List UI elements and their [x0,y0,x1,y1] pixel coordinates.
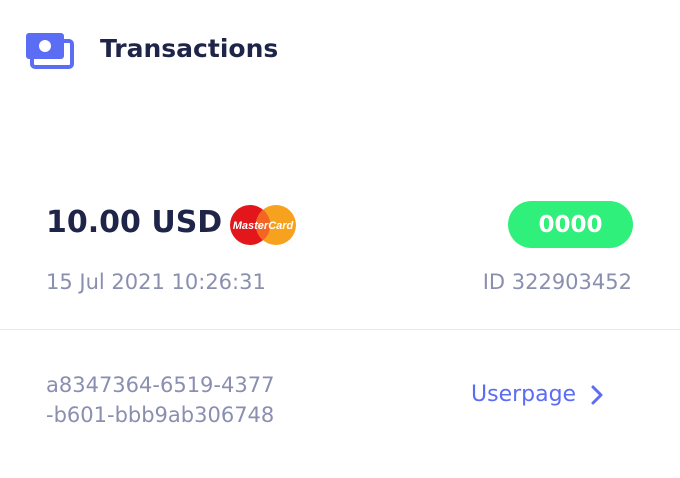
userpage-label: Userpage [471,382,577,407]
mastercard-logo: MasterCard [230,205,296,245]
chevron-right-icon [591,385,603,404]
card-brand-text: MasterCard [233,220,294,232]
cash-icon [26,33,74,69]
transaction-datetime: 15 Jul 2021 10:26:31 [46,270,266,294]
user-uuid: a8347364-6519-4377 -b601-bbb9ab306748 [46,370,274,430]
userpage-link[interactable]: Userpage [471,382,604,407]
divider [0,329,680,330]
status-badge: 0000 [508,201,633,248]
page-header: Transactions [26,28,278,72]
transaction-id: ID 322903452 [482,270,632,294]
transaction-amount: 10.00 USD [46,205,223,240]
page-title: Transactions [100,34,279,63]
uuid-line-2: -b601-bbb9ab306748 [46,403,275,427]
uuid-line-1: a8347364-6519-4377 [46,373,275,397]
